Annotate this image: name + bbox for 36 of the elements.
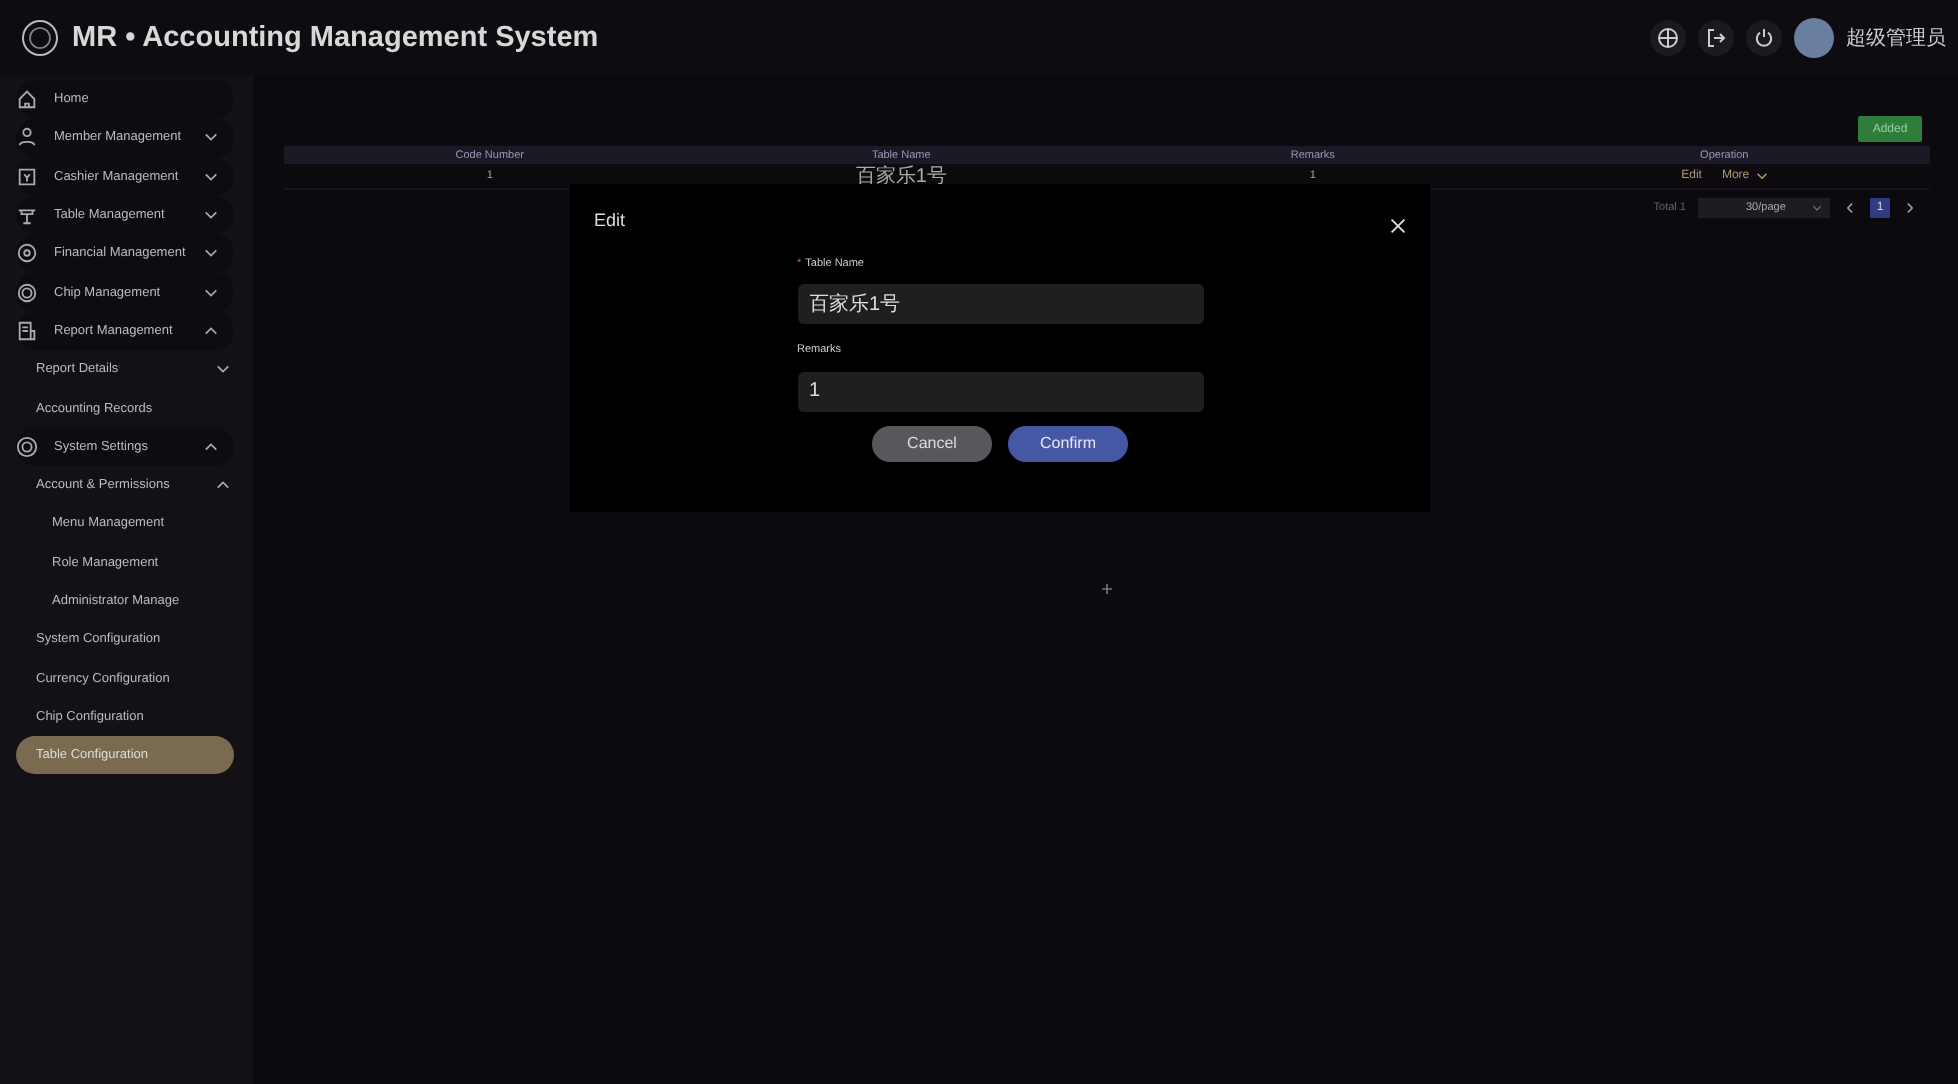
logout-icon[interactable] xyxy=(1698,20,1734,56)
chevron-up-icon xyxy=(204,325,218,336)
avatar[interactable] xyxy=(1794,18,1834,58)
table-cell-text: 百家乐1号 xyxy=(853,163,949,190)
report-icon xyxy=(16,319,38,342)
globe-icon[interactable] xyxy=(1650,20,1686,56)
next-page-button[interactable] xyxy=(1902,198,1918,218)
chevron-up-icon xyxy=(204,441,218,452)
close-icon[interactable] xyxy=(1390,218,1406,234)
settings-icon xyxy=(16,435,38,458)
chevron-down-icon xyxy=(204,287,218,298)
power-icon[interactable] xyxy=(1746,20,1782,56)
user-name[interactable]: 超级管理员 xyxy=(1846,24,1946,52)
chevron-down-icon xyxy=(204,210,218,221)
logo-icon xyxy=(20,18,60,58)
chip-icon xyxy=(16,281,38,304)
input-field[interactable]: 百家乐1号 xyxy=(797,284,1203,324)
cashier-icon xyxy=(16,165,38,188)
app-title: MR • Accounting Management System xyxy=(72,22,599,54)
chevron-down-icon xyxy=(204,248,218,259)
chevron-down-icon xyxy=(204,132,218,143)
input-field[interactable]: 1 xyxy=(797,371,1203,411)
finance-icon xyxy=(16,242,38,265)
table-icon xyxy=(16,204,38,227)
chevron-up-icon xyxy=(216,480,230,491)
chevron-down-icon xyxy=(1812,204,1822,212)
plus-icon xyxy=(1102,584,1112,594)
cancel-button[interactable]: Cancel xyxy=(872,425,992,461)
member-icon xyxy=(16,126,38,149)
dialog-title: Edit xyxy=(594,210,626,230)
chevron-down-icon xyxy=(204,171,218,182)
prev-page-button[interactable] xyxy=(1842,198,1858,218)
confirm-button[interactable]: Confirm xyxy=(1008,425,1128,461)
chevron-down-icon xyxy=(1755,172,1768,180)
chevron-down-icon xyxy=(216,364,230,375)
home-icon xyxy=(16,88,38,111)
